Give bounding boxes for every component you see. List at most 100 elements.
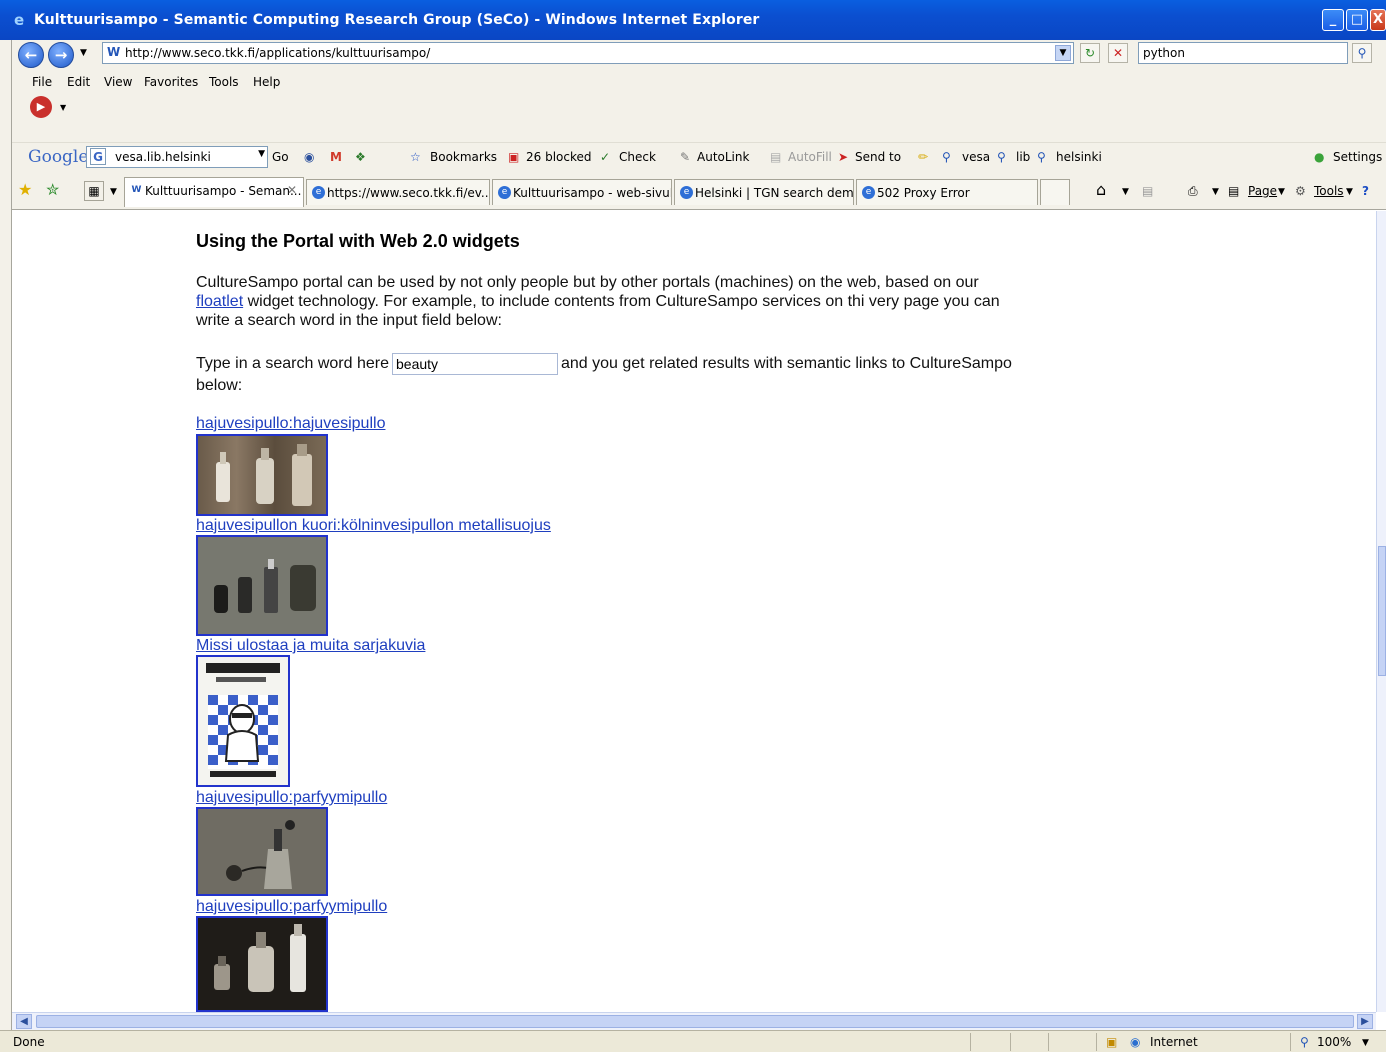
result-link[interactable]: Missi ulostaa ja muita sarjakuvia — [196, 637, 425, 655]
menu-tools[interactable]: Tools — [209, 75, 239, 89]
address-bar[interactable]: W http://www.seco.tkk.fi/applications/ku… — [102, 42, 1074, 64]
close-window-button[interactable]: X — [1370, 9, 1386, 31]
tab-label: Helsinki | TGN search demo — [695, 186, 854, 200]
ie-logo-icon: e — [14, 11, 25, 29]
pdf-convert-icon[interactable]: ▶ — [30, 96, 52, 118]
google-dropdown-icon[interactable]: ▼ — [258, 149, 265, 159]
new-tab-button[interactable] — [1040, 179, 1070, 205]
zoom-level[interactable]: 100% — [1317, 1035, 1351, 1049]
result-link[interactable]: hajuvesipullo:hajuvesipullo — [196, 415, 385, 433]
back-button[interactable]: ← — [18, 42, 44, 68]
browser-chrome: ← → ▼ W http://www.seco.tkk.fi/applicati… — [0, 40, 1386, 210]
seco-favicon-icon: W — [130, 184, 143, 197]
window-title: Kulttuurisampo - Semantic Computing Rese… — [34, 12, 760, 28]
google-search-input[interactable]: G vesa.lib.helsinki ▼ — [86, 146, 268, 168]
stop-icon[interactable]: ✕ — [1108, 43, 1128, 63]
status-divider — [1048, 1033, 1049, 1051]
result-thumbnail[interactable] — [196, 807, 328, 896]
google-go-button[interactable]: Go — [272, 150, 289, 164]
globe-icon[interactable]: ◉ — [304, 150, 314, 164]
tab-proxy-error[interactable]: e 502 Proxy Error — [856, 179, 1038, 205]
home-icon[interactable]: ⌂ — [1096, 180, 1106, 199]
scroll-left-icon[interactable]: ◀ — [16, 1014, 32, 1029]
tools-dropdown-icon[interactable]: ▼ — [1346, 187, 1353, 197]
tab-helsinki-tgn[interactable]: e Helsinki | TGN search demo — [674, 179, 854, 205]
result-link[interactable]: hajuvesipullon kuori:kölninvesipullon me… — [196, 517, 551, 535]
print-icon[interactable]: ⎙ — [1188, 184, 1198, 199]
search-word-input[interactable] — [392, 353, 558, 375]
popup-blocked-button[interactable]: 26 blocked — [526, 150, 592, 164]
page-dropdown-icon[interactable]: ▼ — [1278, 187, 1285, 197]
tab-label: Kulttuurisampo - Seman... — [145, 184, 302, 198]
settings-button[interactable]: Settings — [1333, 150, 1382, 164]
bookmarks-button[interactable]: Bookmarks — [430, 150, 497, 164]
gmail-icon[interactable]: M — [330, 150, 342, 164]
menu-help[interactable]: Help — [253, 75, 280, 89]
result-thumbnail[interactable] — [196, 434, 328, 516]
pdf-toolbar: ▶ ▼ — [0, 94, 1386, 124]
zoom-dropdown-icon[interactable]: ▼ — [1362, 1038, 1369, 1048]
feeds-icon[interactable]: ▤ — [1142, 184, 1153, 198]
close-tab-icon[interactable]: ✕ — [287, 183, 297, 197]
search-term-vesa[interactable]: vesa — [962, 150, 990, 164]
autolink-button[interactable]: AutoLink — [697, 150, 749, 164]
print-dropdown-icon[interactable]: ▼ — [1212, 187, 1219, 197]
live-search-input[interactable]: python — [1138, 42, 1348, 64]
search-icon[interactable]: ⚲ — [1352, 43, 1372, 63]
horizontal-scrollbar[interactable]: ◀ ▶ — [12, 1012, 1376, 1030]
home-dropdown-icon[interactable]: ▼ — [1122, 187, 1129, 197]
send-to-button[interactable]: Send to — [855, 150, 901, 164]
history-dropdown-icon[interactable]: ▼ — [80, 48, 87, 58]
search-term-helsinki[interactable]: helsinki — [1056, 150, 1102, 164]
intro-text-1: CultureSampo portal can be used by not o… — [196, 274, 979, 291]
autofill-button[interactable]: AutoFill — [788, 150, 832, 164]
google-logo: Google — [28, 147, 89, 167]
search-widget: Type in a search word hereand you get re… — [196, 353, 1026, 396]
check-button[interactable]: Check — [619, 150, 656, 164]
protected-mode-icon: ▣ — [1106, 1035, 1118, 1049]
tab-kulttuurisampo[interactable]: W Kulttuurisampo - Seman... ✕ — [124, 177, 304, 207]
favorites-star-icon[interactable]: ★ — [18, 180, 32, 199]
search-prefix-text: Type in a search word here — [196, 355, 389, 373]
forward-button[interactable]: → — [48, 42, 74, 68]
ie-page-icon: e — [312, 186, 325, 199]
term-search-icon: ⚲ — [997, 150, 1006, 164]
tab-label: https://www.seco.tkk.fi/ev... — [327, 186, 490, 200]
quick-tabs-icon[interactable]: ▦ — [84, 181, 104, 201]
refresh-icon[interactable]: ↻ — [1080, 43, 1100, 63]
menu-view[interactable]: View — [104, 75, 132, 89]
vertical-scroll-thumb[interactable] — [1378, 546, 1386, 676]
address-dropdown-icon[interactable]: ▼ — [1055, 45, 1071, 61]
tab-list-dropdown-icon[interactable]: ▼ — [110, 187, 117, 197]
scroll-right-icon[interactable]: ▶ — [1357, 1014, 1373, 1029]
status-divider — [1096, 1033, 1097, 1051]
result-link[interactable]: hajuvesipullo:parfyymipullo — [196, 789, 387, 807]
help-icon[interactable]: ? — [1362, 184, 1369, 198]
minimize-button[interactable]: _ — [1322, 9, 1344, 31]
vertical-scrollbar[interactable] — [1376, 211, 1386, 1012]
horizontal-scroll-thumb[interactable] — [36, 1015, 1354, 1028]
google-g-icon[interactable]: G — [90, 148, 106, 165]
result-thumbnail[interactable] — [196, 655, 290, 787]
page-menu-button[interactable]: Page — [1248, 184, 1277, 198]
address-row: ← → ▼ W http://www.seco.tkk.fi/applicati… — [0, 40, 1386, 68]
status-divider — [970, 1033, 971, 1051]
tools-gear-icon: ⚙ — [1295, 184, 1306, 198]
result-thumbnail[interactable] — [196, 535, 328, 636]
add-favorite-icon[interactable]: ✮ — [46, 180, 59, 199]
tab-seco-https[interactable]: e https://www.seco.tkk.fi/ev... — [306, 179, 490, 205]
result-thumbnail[interactable] — [196, 916, 328, 1012]
search-term-lib[interactable]: lib — [1016, 150, 1030, 164]
puzzle-icon[interactable]: ❖ — [355, 150, 366, 164]
result-link[interactable]: hajuvesipullo:parfyymipullo — [196, 898, 387, 916]
tab-kulttuurisampo-web[interactable]: e Kulttuurisampo - web-sivuK... — [492, 179, 672, 205]
menu-file[interactable]: File — [32, 75, 52, 89]
floatlet-link[interactable]: floatlet — [196, 293, 243, 310]
security-zone-label: Internet — [1150, 1035, 1198, 1049]
menu-edit[interactable]: Edit — [67, 75, 90, 89]
pdf-dropdown-icon[interactable]: ▼ — [60, 103, 66, 112]
tools-menu-button[interactable]: Tools — [1314, 184, 1344, 198]
menu-favorites[interactable]: Favorites — [144, 75, 198, 89]
highlighter-icon[interactable]: ✏ — [918, 150, 928, 164]
maximize-button[interactable]: □ — [1346, 9, 1368, 31]
